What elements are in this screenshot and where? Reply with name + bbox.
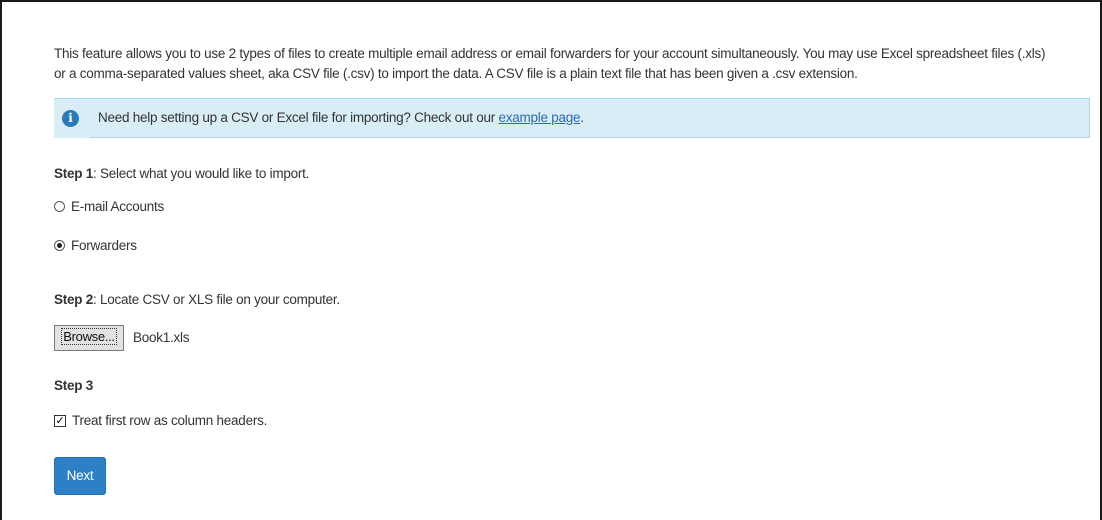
radio-email-accounts-input[interactable]	[54, 201, 65, 212]
selected-file-name: Book1.xls	[133, 330, 190, 345]
step-1-label: Step 1	[54, 166, 94, 181]
alert-suffix: .	[580, 110, 584, 125]
info-alert: i Need help setting up a CSV or Excel fi…	[54, 98, 1090, 138]
column-headers-label[interactable]: Treat first row as column headers.	[72, 413, 267, 428]
intro-paragraph: This feature allows you to use 2 types o…	[54, 44, 1094, 84]
radio-email-accounts-label[interactable]: E-mail Accounts	[71, 199, 164, 214]
page-frame: This feature allows you to use 2 types o…	[0, 0, 1102, 520]
step-2-heading: Step 2: Locate CSV or XLS file on your c…	[54, 292, 340, 307]
alert-icon-bar: i	[54, 99, 90, 138]
column-headers-checkbox[interactable]: ✓	[54, 414, 66, 427]
browse-button[interactable]: Browse...	[54, 325, 124, 351]
step-2-label: Step 2	[54, 292, 94, 307]
column-headers-option[interactable]: ✓ Treat first row as column headers.	[54, 413, 267, 428]
alert-message: Need help setting up a CSV or Excel file…	[98, 110, 584, 125]
intro-line-2: or a comma-separated values sheet, aka C…	[54, 66, 858, 81]
info-icon: i	[62, 110, 79, 127]
next-button[interactable]: Next	[54, 457, 106, 495]
radio-email-accounts[interactable]: E-mail Accounts	[54, 199, 164, 214]
step-3-heading: Step 3	[54, 378, 93, 393]
example-page-link[interactable]: example page	[498, 110, 580, 125]
radio-forwarders-input[interactable]	[54, 240, 65, 251]
radio-forwarders-label[interactable]: Forwarders	[71, 238, 137, 253]
browse-button-label[interactable]: Browse...	[61, 328, 117, 345]
step-1-heading: Step 1: Select what you would like to im…	[54, 166, 309, 181]
step-3-label: Step 3	[54, 378, 94, 393]
step-1-text: : Select what you would like to import.	[93, 166, 310, 181]
intro-line-1: This feature allows you to use 2 types o…	[54, 46, 1046, 61]
radio-forwarders[interactable]: Forwarders	[54, 238, 137, 253]
alert-text: Need help setting up a CSV or Excel file…	[98, 110, 499, 125]
step-2-text: : Locate CSV or XLS file on your compute…	[93, 292, 340, 307]
